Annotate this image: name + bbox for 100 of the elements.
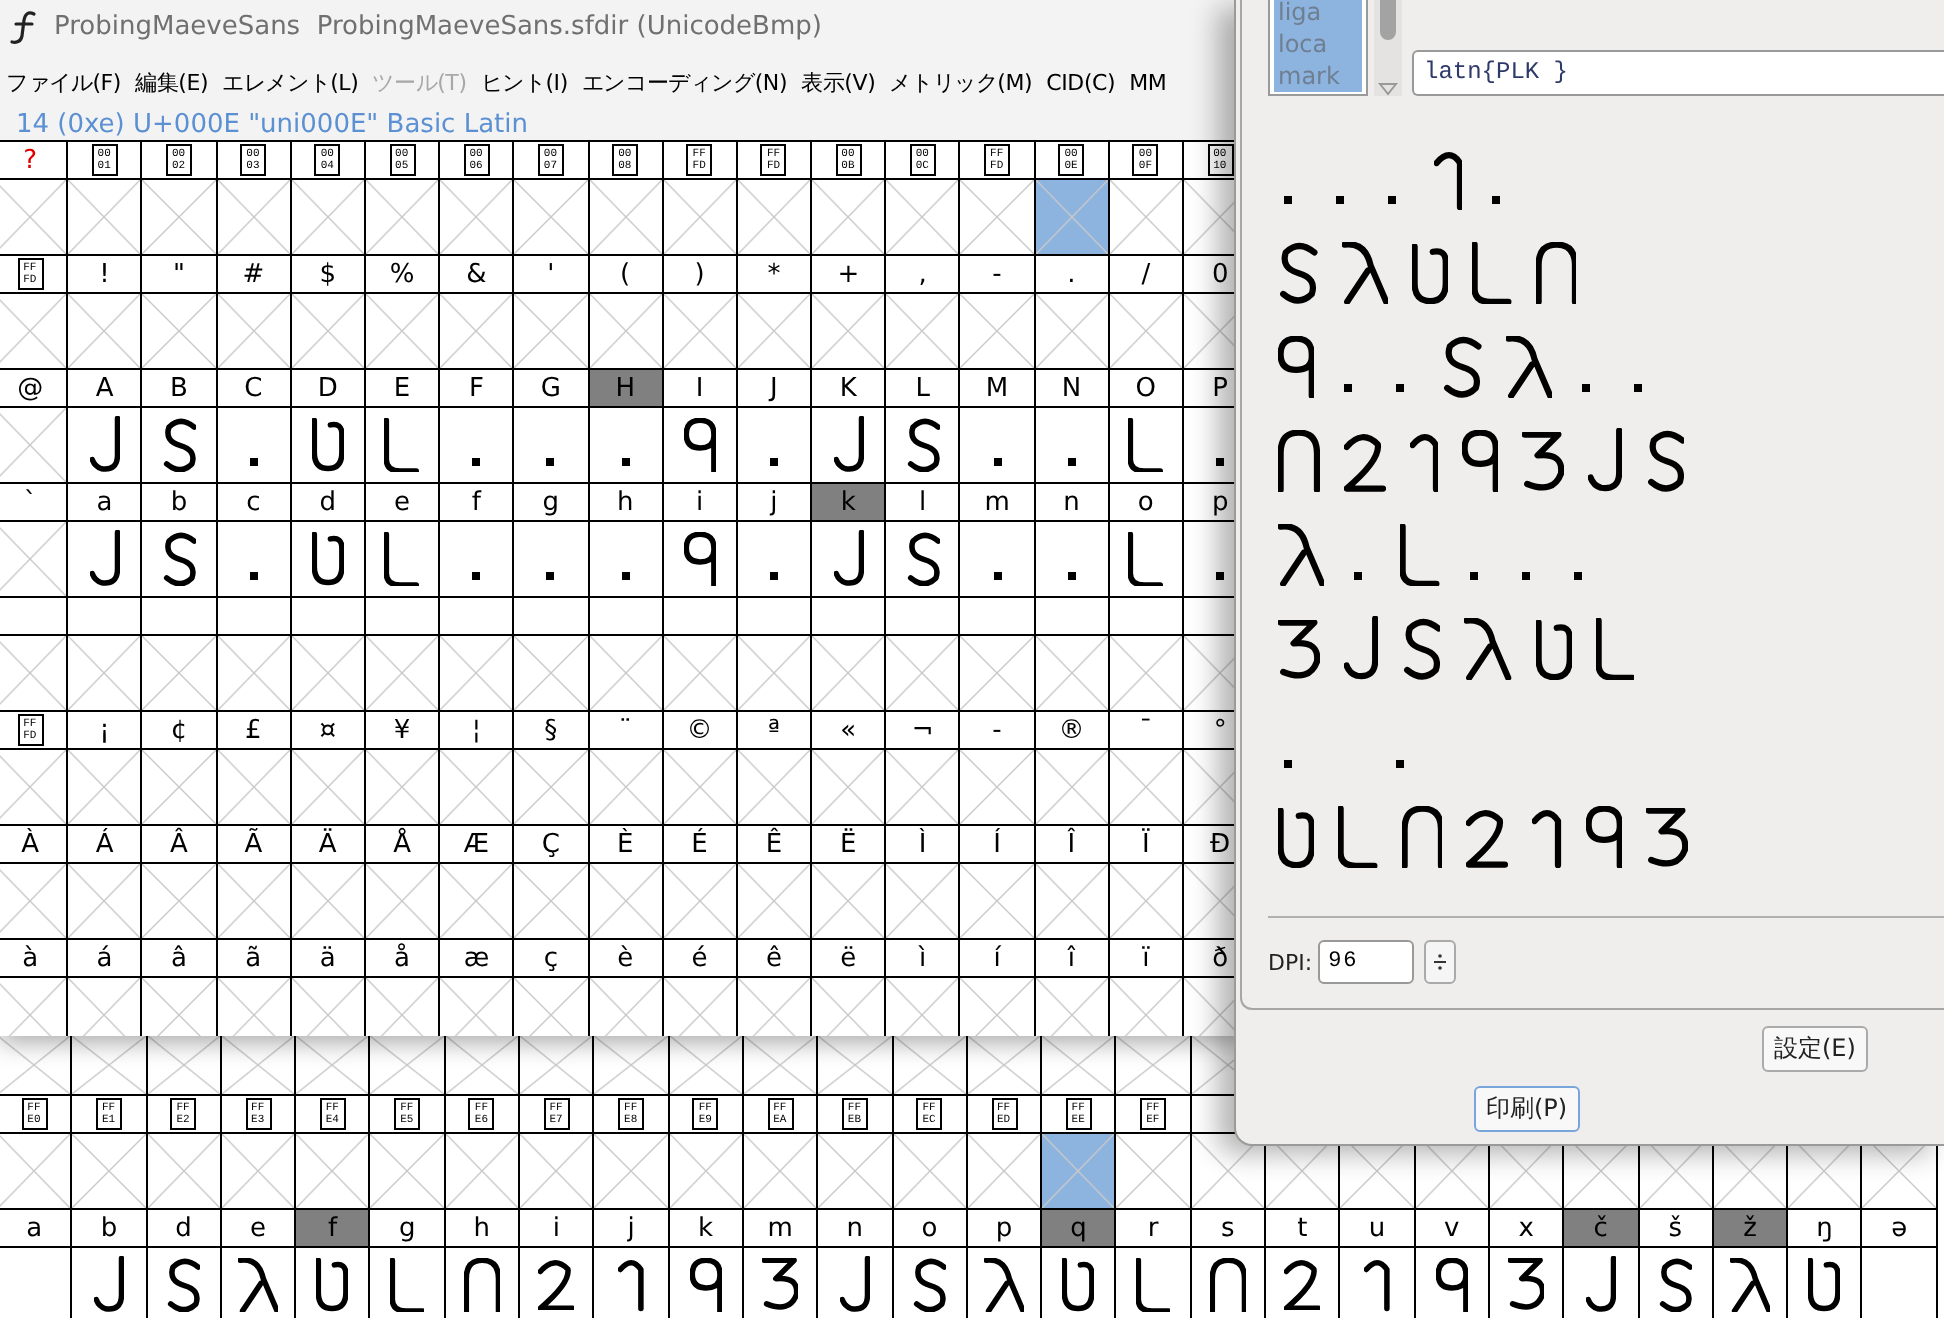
glyph-slot[interactable] xyxy=(291,408,366,484)
glyph-label: O xyxy=(1109,370,1184,408)
menu-item[interactable]: エンコーディング(N) xyxy=(577,60,792,104)
dpi-field[interactable]: 96 xyxy=(1318,940,1415,984)
app-icon xyxy=(10,9,38,45)
glyph-slot[interactable] xyxy=(440,408,515,484)
dot-drawing xyxy=(1396,384,1405,392)
menu-item[interactable]: MM xyxy=(1125,60,1171,104)
glyph-drawing xyxy=(1587,427,1622,492)
glyph-label: F xyxy=(440,370,515,408)
glyph-label: ) xyxy=(663,256,738,294)
print-button[interactable]: 印刷(P) xyxy=(1474,1086,1580,1132)
glyph-slot[interactable] xyxy=(142,522,218,598)
menu-item[interactable]: 表示(V) xyxy=(797,60,880,104)
glyph-slot[interactable] xyxy=(1035,408,1110,484)
glyph-label: . xyxy=(1035,256,1110,294)
glyph-slot[interactable] xyxy=(893,1248,968,1318)
glyph-drawing xyxy=(166,1257,201,1313)
menu-item[interactable]: ヒント(I) xyxy=(476,60,572,104)
glyph-label: ë xyxy=(812,940,887,978)
glyph-drawing xyxy=(1522,432,1564,492)
glyph-slot[interactable] xyxy=(1035,522,1110,598)
glyph-slot[interactable] xyxy=(68,408,143,484)
glyph-drawing xyxy=(833,530,864,588)
glyph-slot[interactable] xyxy=(514,408,589,484)
menu-item[interactable]: ファイル(F) xyxy=(2,60,126,104)
glyph-drawing xyxy=(1343,615,1378,680)
glyph-drawing xyxy=(1435,1257,1468,1313)
glyph-label: ? xyxy=(0,142,69,180)
scrollbar-thumb[interactable] xyxy=(1380,0,1396,40)
script-field[interactable]: latn{PLK } xyxy=(1412,50,1944,96)
spin-button[interactable] xyxy=(1424,940,1457,984)
glyph-slot[interactable] xyxy=(365,408,441,484)
glyph-label: ` xyxy=(0,484,69,522)
glyph-slot[interactable] xyxy=(217,522,292,598)
glyph-label: m xyxy=(743,1210,819,1248)
glyph-drawing xyxy=(1535,241,1577,304)
glyph-label: Á xyxy=(68,826,143,864)
menu-item[interactable]: 編集(E) xyxy=(131,60,213,104)
glyph-slot[interactable] xyxy=(669,1248,744,1318)
glyph-slot[interactable] xyxy=(1415,1248,1490,1318)
dot-drawing xyxy=(1469,572,1478,580)
glyph-label: M xyxy=(960,370,1036,408)
dot-drawing xyxy=(621,458,630,466)
glyph-drawing xyxy=(389,1257,425,1313)
window-title: ProbingMaeveSans ProbingMaeveSans.sfdir (UnicodeBmp) xyxy=(54,12,822,42)
glyph-slot[interactable] xyxy=(589,408,664,484)
glyph-drawing xyxy=(1278,808,1315,868)
glyph-drawing xyxy=(1472,241,1512,304)
glyph-slot[interactable] xyxy=(737,408,813,484)
glyph-slot[interactable] xyxy=(147,1248,222,1318)
glyph-label: l xyxy=(886,484,961,522)
glyph-slot[interactable] xyxy=(365,522,441,598)
glyph-drawing xyxy=(94,1256,124,1314)
glyph-label: © xyxy=(663,712,738,750)
glyph-slot[interactable] xyxy=(589,522,664,598)
glyph-drawing xyxy=(384,417,420,473)
glyph-label: ® xyxy=(1035,712,1110,750)
glyph-label: n xyxy=(1035,484,1110,522)
glyph-label: * xyxy=(737,256,813,294)
glyph-slot[interactable] xyxy=(960,408,1036,484)
glyph-drawing xyxy=(1729,1257,1771,1313)
glyph-label: - xyxy=(960,256,1036,294)
glyph-slot[interactable] xyxy=(440,522,515,598)
glyph-label: C xyxy=(217,370,292,408)
glyph-slot[interactable] xyxy=(291,522,366,598)
glyph-label: æ xyxy=(440,940,515,978)
glyph-slot[interactable] xyxy=(737,522,813,598)
glyph-label: é xyxy=(663,940,738,978)
glyph-drawing xyxy=(1532,808,1562,868)
glyph-slot[interactable] xyxy=(1109,408,1184,484)
menu-item[interactable]: CID(C) xyxy=(1042,60,1120,104)
menu-item[interactable]: エレメント(L) xyxy=(218,60,363,104)
glyph-label: Ã xyxy=(217,826,292,864)
glyph-slot[interactable] xyxy=(886,408,961,484)
glyph-drawing xyxy=(161,417,197,473)
dot-drawing xyxy=(769,572,778,580)
glyph-slot[interactable] xyxy=(812,408,887,484)
dot-drawing xyxy=(1284,760,1292,768)
glyph-slot[interactable] xyxy=(68,522,143,598)
scrollbar[interactable] xyxy=(1374,0,1402,96)
glyph-slot[interactable] xyxy=(217,408,292,484)
glyph-label: « xyxy=(812,712,887,750)
glyph-drawing xyxy=(689,1257,722,1313)
glyph-drawing xyxy=(237,1257,279,1313)
menu-item[interactable]: メトリック(M) xyxy=(885,60,1037,104)
glyph-slot[interactable] xyxy=(663,522,738,598)
glyph-slot[interactable] xyxy=(812,522,887,598)
glyph-slot[interactable] xyxy=(142,408,218,484)
glyph-slot[interactable] xyxy=(663,408,738,484)
glyph-label: k xyxy=(669,1210,744,1248)
glyph-slot[interactable] xyxy=(1639,1248,1714,1318)
glyph-slot[interactable] xyxy=(960,522,1036,598)
glyph-slot[interactable] xyxy=(886,522,961,598)
glyph-drawing xyxy=(839,1256,870,1314)
setup-button[interactable]: 設定(E) xyxy=(1762,1026,1868,1072)
dot-drawing xyxy=(249,572,258,580)
glyph-label: g xyxy=(514,484,589,522)
glyph-slot[interactable] xyxy=(1109,522,1184,598)
glyph-slot[interactable] xyxy=(514,522,589,598)
